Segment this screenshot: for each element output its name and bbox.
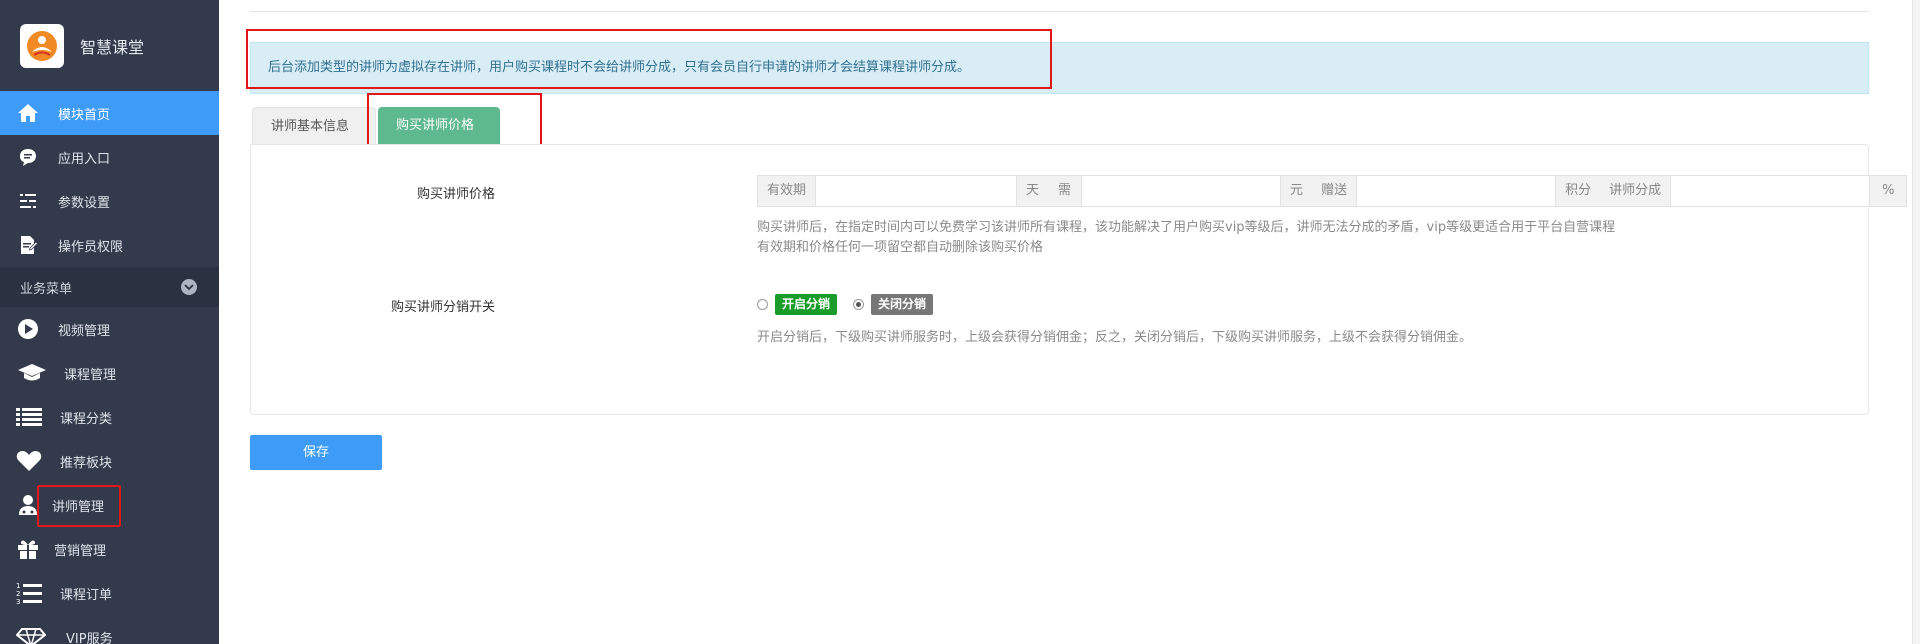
sidebar-item-label: 课程管理: [64, 367, 117, 383]
sidebar-item-app-entry[interactable]: 应用入口: [0, 135, 219, 179]
distribution-on-option[interactable]: 开启分销: [757, 294, 838, 315]
sidebar-item-label: 推荐板块: [60, 455, 113, 471]
percent-addon: %: [1870, 176, 1907, 206]
radio-distribution-off[interactable]: [853, 299, 864, 310]
sidebar-item-label: 视频管理: [58, 323, 111, 339]
svg-text:3: 3: [16, 598, 20, 604]
tab-label: 讲师基本信息: [271, 119, 350, 134]
highlight-box-teacher: [37, 485, 121, 527]
sidebar-item-label: 参数设置: [58, 195, 111, 211]
tab-teacher-basic-info[interactable]: 讲师基本信息: [252, 107, 376, 144]
radio-distribution-on[interactable]: [757, 299, 768, 310]
sidebar-item-label: 应用入口: [58, 151, 111, 167]
svg-text:2: 2: [16, 590, 20, 598]
sidebar-item-label: 营销管理: [54, 543, 107, 559]
list-icon: [16, 405, 42, 429]
sidebar-item-vip[interactable]: VIP服务: [0, 615, 219, 644]
sidebar-item-home[interactable]: 模块首页: [0, 91, 219, 135]
price-help-line-2: 有效期和价格任何一项留空都自动删除该购买价格: [757, 240, 1044, 255]
graduation-cap-icon: [16, 361, 48, 385]
app-logo: [20, 23, 64, 68]
distribution-row-label: 购买讲师分销开关: [390, 300, 495, 315]
price-yuan-input[interactable]: [1081, 176, 1282, 206]
sidebar-item-label: 课程订单: [60, 587, 113, 603]
sidebar-item-marketing[interactable]: 营销管理: [0, 527, 219, 571]
sidebar-item-course-category[interactable]: 课程分类: [0, 395, 219, 439]
validity-days-input[interactable]: [815, 176, 1018, 206]
sidebar-group-business[interactable]: 业务菜单: [0, 267, 219, 307]
validity-addon: 有效期: [758, 176, 816, 206]
need-addon: 需: [1048, 176, 1082, 206]
save-button[interactable]: 保存: [250, 435, 382, 470]
yuan-addon: 元: [1281, 176, 1313, 206]
divider: [250, 11, 1869, 12]
points-addon: 积分: [1556, 176, 1601, 206]
heart-icon: [16, 449, 42, 473]
distribution-help: 开启分销后，下级购买讲师服务时，上级会获得分销佣金；反之，关闭分销后，下级购买讲…: [757, 330, 1473, 345]
play-icon: [16, 317, 40, 341]
price-row-label: 购买讲师价格: [416, 187, 495, 202]
distribution-off-option[interactable]: 关闭分销: [853, 294, 934, 315]
day-addon: 天: [1017, 176, 1049, 206]
chat-bubble-icon: [16, 145, 40, 169]
settings-list-icon: [16, 189, 40, 213]
teacher-share-addon: 讲师分成: [1600, 176, 1671, 206]
price-help-line-1: 购买讲师后，在指定时间内可以免费学习该讲师所有课程，该功能解决了用户购买vip等…: [757, 220, 1616, 235]
document-edit-icon: [16, 233, 40, 257]
sidebar-item-orders[interactable]: 123 课程订单: [0, 571, 219, 615]
ordered-list-icon: 123: [16, 581, 42, 605]
sidebar-item-label: VIP服务: [66, 631, 113, 644]
highlight-box-alert: [246, 29, 1052, 89]
price-input-group: 有效期 天 需 元 赠送 积分 讲师分成 %: [757, 175, 1908, 207]
gift-icon: [16, 537, 40, 561]
app-name: 智慧课堂: [80, 37, 145, 57]
sidebar-item-label: 模块首页: [58, 107, 111, 123]
sidebar-item-label: 课程分类: [60, 411, 113, 427]
sidebar-item-courses[interactable]: 课程管理: [0, 351, 219, 395]
gift-addon: 赠送: [1312, 176, 1357, 206]
home-icon: [16, 101, 40, 125]
distribution-off-badge[interactable]: 关闭分销: [871, 294, 934, 315]
distribution-on-badge[interactable]: 开启分销: [775, 294, 838, 315]
vip-diamond-icon: [16, 625, 46, 644]
sidebar: 智慧课堂 模块首页 应用入口 参数设置 操作员权限 业务菜单 视频管理 课程管理…: [0, 0, 219, 644]
teacher-share-input[interactable]: [1670, 176, 1871, 206]
sidebar-item-recommend[interactable]: 推荐板块: [0, 439, 219, 483]
svg-text:1: 1: [16, 582, 20, 590]
brand: 智慧课堂: [0, 0, 219, 91]
sidebar-group-label: 业务菜单: [20, 281, 73, 297]
gift-points-input[interactable]: [1356, 176, 1557, 206]
main-content: 后台添加类型的讲师为虚拟存在讲师，用户购买课程时不会给讲师分成，只有会员自行申请…: [219, 0, 1920, 644]
sidebar-item-video[interactable]: 视频管理: [0, 307, 219, 351]
chevron-down-icon[interactable]: [181, 279, 197, 295]
sidebar-item-settings[interactable]: 参数设置: [0, 179, 219, 223]
scrollbar[interactable]: [1912, 0, 1920, 644]
sidebar-item-operator-permissions[interactable]: 操作员权限: [0, 223, 219, 267]
sidebar-item-label: 操作员权限: [58, 239, 124, 255]
